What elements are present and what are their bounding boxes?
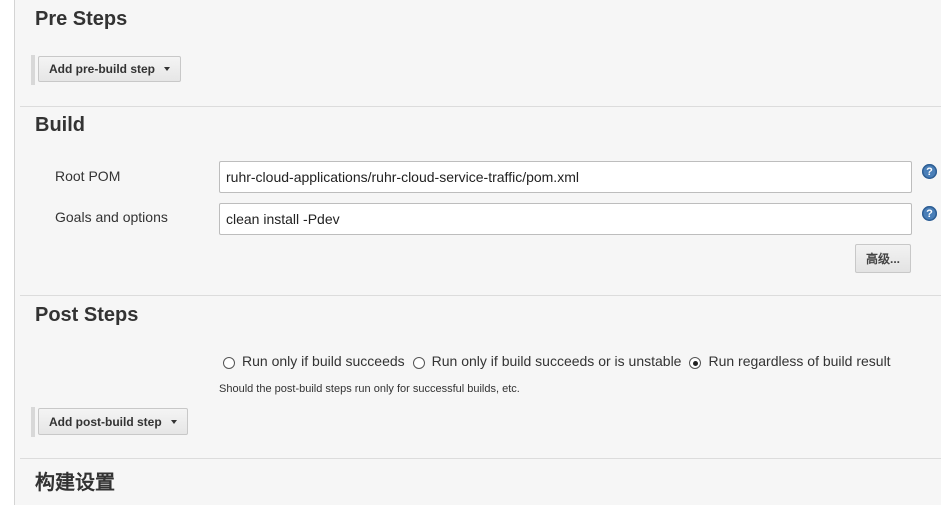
radio-button-selected[interactable] <box>689 357 702 369</box>
radio-option-regardless[interactable]: Run regardless of build result <box>689 353 891 369</box>
add-post-build-step-label: Add post-build step <box>49 414 162 429</box>
job-config-page: Pre Steps Add pre-build step Build Root … <box>14 0 941 505</box>
pre-steps-gutter <box>31 55 35 85</box>
radio-label: Run regardless of build result <box>708 353 891 369</box>
root-pom-label: Root POM <box>55 168 121 184</box>
add-pre-build-step-button[interactable]: Add pre-build step <box>38 56 181 82</box>
add-pre-build-step-label: Add pre-build step <box>49 62 155 76</box>
build-title: Build <box>35 114 85 136</box>
advanced-button[interactable]: 高级... <box>855 244 911 273</box>
radio-option-succeeds-or-unstable[interactable]: Run only if build succeeds or is unstabl… <box>412 353 682 369</box>
caret-down-icon <box>170 419 177 424</box>
section-divider <box>20 458 941 459</box>
post-steps-hint: Should the post-build steps run only for… <box>219 383 520 395</box>
goals-label: Goals and options <box>55 209 168 225</box>
caret-down-icon <box>164 67 170 71</box>
radio-label: Run only if build succeeds <box>242 353 405 369</box>
goals-help-icon[interactable]: ? <box>922 206 937 221</box>
build-settings-title: 构建设置 <box>35 472 115 494</box>
pre-steps-title: Pre Steps <box>35 8 128 30</box>
radio-button[interactable] <box>223 357 235 369</box>
radio-option-succeeds[interactable]: Run only if build succeeds <box>223 353 405 369</box>
goals-input[interactable] <box>219 203 912 235</box>
add-post-build-step-button[interactable]: Add post-build step <box>38 408 188 435</box>
section-divider <box>20 106 941 107</box>
root-pom-help-icon[interactable]: ? <box>922 164 937 179</box>
section-divider <box>20 295 941 296</box>
root-pom-input[interactable] <box>219 161 912 193</box>
post-steps-title: Post Steps <box>35 304 139 326</box>
radio-label: Run only if build succeeds or is unstabl… <box>431 353 682 369</box>
post-steps-gutter <box>31 407 35 437</box>
post-steps-run-condition: Run only if build succeeds Run only if b… <box>223 353 899 369</box>
radio-button[interactable] <box>412 357 425 369</box>
